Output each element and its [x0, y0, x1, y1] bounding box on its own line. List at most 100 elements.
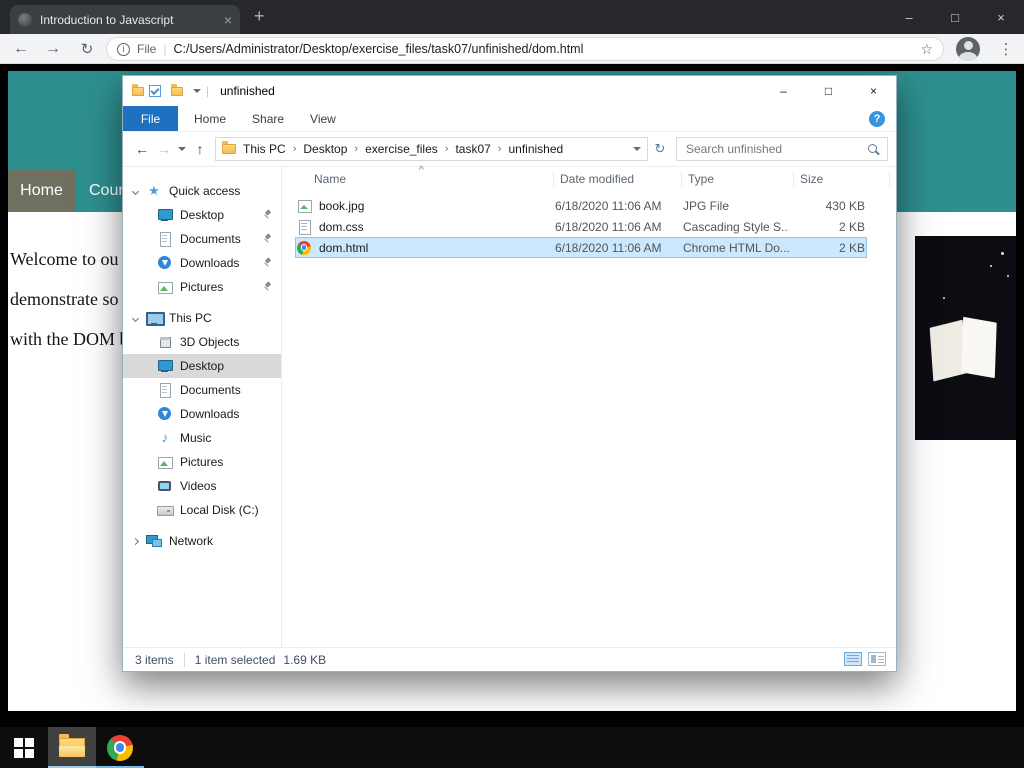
sidebar-item-quick-access[interactable]: ★ Quick access [123, 179, 281, 203]
breadcrumb-desktop[interactable]: Desktop [303, 142, 347, 156]
paragraph-line: Welcome to ou [10, 249, 119, 269]
bookmark-star-icon[interactable]: ☆ [920, 41, 933, 58]
column-header-name[interactable]: Name [282, 170, 554, 188]
sort-ascending-icon[interactable]: ^ [419, 165, 424, 176]
sidebar-item-pictures-pinned[interactable]: Pictures [123, 275, 281, 299]
breadcrumb-unfinished[interactable]: unfinished [508, 142, 563, 156]
explorer-window-title: unfinished [220, 84, 275, 98]
customize-quick-access-icon[interactable] [193, 89, 201, 93]
css-file-icon [297, 219, 312, 235]
details-view-icon[interactable] [844, 652, 862, 666]
selection-summary: 1 item selected [194, 653, 276, 667]
music-icon: ♪ [161, 430, 169, 445]
address-bar[interactable]: i File | C:/Users/Administrator/Desktop/… [106, 37, 944, 61]
recent-locations-icon[interactable] [175, 147, 189, 151]
sidebar-item-videos[interactable]: Videos [123, 474, 281, 498]
url-text[interactable]: C:/Users/Administrator/Desktop/exercise_… [173, 42, 912, 56]
sidebar-item-3d-objects[interactable]: 3D Objects [123, 330, 281, 354]
help-icon[interactable]: ? [869, 111, 885, 127]
explorer-window-controls: – □ × [761, 76, 896, 106]
sidebar-item-documents-pinned[interactable]: Documents [123, 227, 281, 251]
explorer-status-bar: 3 items 1 item selected 1.69 KB [123, 647, 896, 671]
breadcrumb-separator: › [292, 143, 297, 155]
up-one-level-icon[interactable]: ↑ [189, 141, 211, 157]
new-tab-button[interactable]: + [254, 6, 265, 27]
sidebar-item-downloads-pinned[interactable]: Downloads [123, 251, 281, 275]
url-scheme-chip: File [137, 42, 157, 56]
expand-chevron-icon[interactable] [131, 187, 140, 195]
file-explorer-window: | unfinished – □ × File Home Share View … [122, 75, 897, 672]
browser-viewport: Home Cours Welcome to ou demonstrate so … [0, 64, 1024, 727]
book-image [915, 236, 1016, 440]
properties-icon[interactable] [149, 85, 161, 97]
taskbar-file-explorer-button[interactable] [48, 727, 96, 768]
explorer-ribbon: File Home Share View ? [123, 106, 896, 132]
nav-home-link[interactable]: Home [8, 170, 75, 212]
chrome-icon [107, 734, 133, 761]
breadcrumb[interactable]: This PC › Desktop › exercise_files › tas… [215, 137, 648, 161]
explorer-address-row: ← → ↑ This PC › Desktop › exercise_files… [123, 132, 896, 167]
collapse-chevron-icon[interactable] [131, 537, 140, 545]
file-row-dom-html[interactable]: dom.html 6/18/2020 11:06 AM Chrome HTML … [295, 237, 867, 258]
explorer-title-bar[interactable]: | unfinished – □ × [123, 76, 896, 106]
explorer-main: ★ Quick access Desktop Documents Downloa… [123, 165, 896, 647]
breadcrumb-this-pc[interactable]: This PC [243, 142, 286, 156]
ribbon-share-tab[interactable]: Share [252, 106, 284, 131]
search-box[interactable] [676, 137, 888, 161]
file-row-dom-css[interactable]: dom.css 6/18/2020 11:06 AM Cascading Sty… [295, 216, 867, 237]
network-icon [146, 533, 162, 549]
ribbon-file-tab[interactable]: File [123, 106, 178, 131]
reload-icon[interactable]: ↻ [74, 34, 100, 63]
sidebar-item-pictures[interactable]: Pictures [123, 450, 281, 474]
taskbar-chrome-button[interactable] [96, 727, 144, 768]
taskbar [0, 727, 1024, 768]
search-input[interactable] [684, 141, 867, 157]
start-button[interactable] [0, 727, 48, 768]
explorer-maximize-button[interactable]: □ [806, 76, 851, 106]
large-icons-view-icon[interactable] [868, 652, 886, 666]
expand-chevron-icon[interactable] [131, 314, 140, 322]
tab-close-icon[interactable]: × [224, 12, 232, 28]
browser-minimize-button[interactable]: – [886, 0, 932, 34]
forward-icon[interactable]: → [40, 34, 66, 63]
ribbon-view-tab[interactable]: View [310, 106, 336, 131]
breadcrumb-dropdown-icon[interactable] [633, 147, 641, 151]
browser-maximize-button[interactable]: □ [932, 0, 978, 34]
browser-tab[interactable]: Introduction to Javascript × [10, 5, 240, 34]
explorer-minimize-button[interactable]: – [761, 76, 806, 106]
explorer-forward-icon[interactable]: → [153, 141, 175, 157]
column-header-size[interactable]: Size [794, 170, 890, 188]
breadcrumb-exercise-files[interactable]: exercise_files [365, 142, 438, 156]
sidebar-item-local-disk-c[interactable]: Local Disk (C:) [123, 498, 281, 522]
refresh-icon[interactable]: ↻ [648, 141, 672, 157]
back-icon[interactable]: ← [8, 34, 34, 63]
sidebar-item-music[interactable]: ♪ Music [123, 426, 281, 450]
breadcrumb-task07[interactable]: task07 [455, 142, 490, 156]
ribbon-home-tab[interactable]: Home [194, 106, 226, 131]
sidebar-item-downloads[interactable]: Downloads [123, 402, 281, 426]
file-row-book-jpg[interactable]: book.jpg 6/18/2020 11:06 AM JPG File 430… [295, 195, 867, 216]
items-count: 3 items [135, 653, 174, 667]
new-folder-icon[interactable] [171, 83, 183, 96]
desktop-icon [157, 207, 173, 223]
sidebar-item-desktop-pinned[interactable]: Desktop [123, 203, 281, 227]
sidebar-item-this-pc[interactable]: This PC [123, 306, 281, 330]
url-separator: | [163, 42, 167, 56]
profile-avatar[interactable] [956, 37, 980, 61]
column-header-type[interactable]: Type [682, 170, 794, 188]
explorer-close-button[interactable]: × [851, 76, 896, 106]
sidebar-item-network[interactable]: Network [123, 529, 281, 553]
documents-icon [157, 382, 173, 398]
search-icon [867, 143, 880, 156]
sidebar-item-desktop[interactable]: Desktop [123, 354, 281, 378]
sidebar-item-documents[interactable]: Documents [123, 378, 281, 402]
browser-close-button[interactable]: × [978, 0, 1024, 34]
browser-toolbar: ← → ↻ i File | C:/Users/Administrator/De… [0, 34, 1024, 64]
page-info-icon[interactable]: i [117, 42, 130, 56]
windows-logo-icon [14, 737, 34, 758]
browser-menu-icon[interactable]: ⋮ [996, 34, 1016, 63]
chrome-html-file-icon [297, 240, 311, 255]
breadcrumb-separator: › [444, 143, 449, 155]
column-header-date-modified[interactable]: Date modified [554, 170, 682, 188]
explorer-back-icon[interactable]: ← [131, 141, 153, 157]
